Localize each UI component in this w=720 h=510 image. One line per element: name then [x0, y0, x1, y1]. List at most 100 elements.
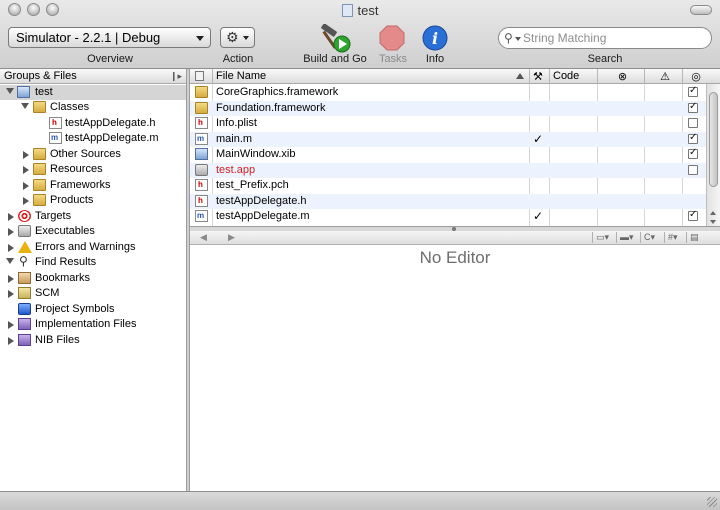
target-membership-checkbox[interactable]: [688, 164, 698, 175]
sidebar-item-bookmarks[interactable]: Bookmarks: [0, 271, 186, 286]
file-list-row[interactable]: test.app: [190, 162, 706, 178]
document-icon: [195, 71, 204, 81]
sidebar-item-label: Targets: [35, 210, 72, 222]
stop-sign-icon: [379, 25, 405, 51]
file-list-row[interactable]: testAppDelegate.m ✓: [190, 209, 706, 225]
sidebar-item-targets[interactable]: Targets: [0, 209, 186, 224]
scheme-popup[interactable]: Simulator - 2.2.1 | Debug: [8, 27, 211, 48]
plist-icon: [195, 117, 208, 129]
file-list-row[interactable]: Info.plist: [190, 116, 706, 132]
disclosure-closed-icon[interactable]: [8, 213, 14, 221]
target-membership-checkbox[interactable]: [688, 118, 698, 128]
framework-icon: [195, 101, 208, 114]
sidebar-item-find-results[interactable]: ⚲ Find Results: [0, 254, 186, 270]
target-membership-checkbox[interactable]: [688, 101, 698, 113]
search-options-icon[interactable]: [515, 37, 521, 41]
build-and-go-label: Build and Go: [303, 53, 367, 65]
sidebar-item-label: NIB Files: [35, 334, 80, 346]
source-file-icon: [195, 210, 208, 222]
scroll-down-arrow-icon[interactable]: [710, 220, 716, 224]
column-header-icon[interactable]: [190, 69, 212, 84]
tasks-button[interactable]: Tasks: [374, 24, 412, 68]
sidebar-item-project-symbols[interactable]: Project Symbols: [0, 302, 186, 317]
header-file-icon: [49, 117, 62, 129]
disclosure-closed-icon[interactable]: [23, 151, 29, 159]
column-header-code[interactable]: Code: [549, 69, 597, 84]
svg-text:i: i: [432, 29, 438, 48]
sidebar-split-handle-icon[interactable]: ❙▸: [170, 71, 182, 82]
column-header-target[interactable]: ◎: [682, 69, 706, 84]
info-label: Info: [425, 53, 445, 65]
disclosure-closed-icon[interactable]: [23, 182, 29, 190]
file-list-row[interactable]: MainWindow.xib: [190, 147, 706, 163]
sidebar-item-nib-files[interactable]: NIB Files: [0, 333, 186, 348]
disclosure-closed-icon[interactable]: [8, 228, 14, 236]
file-list-row[interactable]: main.m ✓: [190, 131, 706, 147]
column-header-warnings[interactable]: ⚠: [644, 69, 682, 84]
sidebar-item-scm[interactable]: SCM: [0, 286, 186, 301]
target-membership-checkbox[interactable]: [688, 85, 698, 97]
file-list-row[interactable]: testAppDelegate.h: [190, 193, 706, 209]
resize-grip-icon[interactable]: [707, 497, 717, 507]
file-list-scrollbar[interactable]: [706, 84, 720, 226]
scrollbar-thumb[interactable]: [709, 92, 718, 187]
column-header-build[interactable]: ⚒: [529, 69, 549, 84]
function-popup[interactable]: ▬▾: [616, 232, 640, 243]
sidebar-item-implementation-files[interactable]: Implementation Files: [0, 317, 186, 332]
sidebar-item-classes[interactable]: Classes: [0, 100, 186, 115]
disclosure-closed-icon[interactable]: [23, 197, 29, 205]
folder-icon: [33, 163, 46, 175]
action-button[interactable]: ⚙: [220, 27, 255, 48]
disclosure-closed-icon[interactable]: [8, 290, 14, 298]
toolbar-toggle-button[interactable]: [690, 5, 712, 15]
column-header-errors[interactable]: ⊗: [597, 69, 644, 84]
target-membership-checkbox[interactable]: [688, 209, 698, 221]
chevron-down-icon: [243, 36, 249, 40]
sidebar-item-label: Project Symbols: [35, 303, 115, 315]
disclosure-closed-icon[interactable]: [8, 337, 14, 345]
sidebar-item-products[interactable]: Products: [0, 193, 186, 208]
warning-icon: ⚠: [660, 71, 670, 83]
sidebar-item-other-sources[interactable]: Other Sources: [0, 147, 186, 162]
toolbar: test Simulator - 2.2.1 | Debug Overview …: [0, 0, 720, 69]
info-icon: i: [422, 25, 448, 51]
disclosure-closed-icon[interactable]: [8, 321, 14, 329]
symbols-icon: [18, 303, 31, 315]
build-and-go-button[interactable]: Build and Go: [302, 24, 368, 68]
disclosure-open-icon[interactable]: [6, 88, 14, 94]
bookmarks-popup[interactable]: ▤: [686, 232, 706, 243]
file-list-row[interactable]: test_Prefix.pch: [190, 178, 706, 194]
file-list-row[interactable]: Foundation.framework: [190, 100, 706, 116]
sidebar-item-testappdelegate-h[interactable]: testAppDelegate.h: [0, 116, 186, 131]
info-button[interactable]: i Info: [420, 24, 450, 68]
search-field[interactable]: ⚲: [498, 27, 712, 49]
include-popup[interactable]: #▾: [664, 232, 686, 243]
framework-icon: [195, 86, 208, 98]
disclosure-closed-icon[interactable]: [8, 275, 14, 283]
file-list-row[interactable]: CoreGraphics.framework: [190, 85, 706, 101]
sidebar-item-errors-and-warnings[interactable]: Errors and Warnings: [0, 240, 186, 255]
target-membership-checkbox[interactable]: [688, 147, 698, 159]
scroll-up-arrow-icon[interactable]: [710, 211, 716, 215]
disclosure-closed-icon[interactable]: [8, 244, 14, 252]
editor-area[interactable]: No Editor: [190, 245, 720, 491]
class-popup[interactable]: C▾: [640, 232, 664, 243]
source-file-icon: [49, 132, 62, 144]
sidebar-item-resources[interactable]: Resources: [0, 162, 186, 177]
sidebar-item-test[interactable]: test: [0, 85, 186, 100]
file-name-cell: Foundation.framework: [216, 101, 326, 114]
disclosure-open-icon[interactable]: [21, 103, 29, 109]
sidebar-item-executables[interactable]: Executables: [0, 224, 186, 239]
sidebar-item-testappdelegate-m[interactable]: testAppDelegate.m: [0, 131, 186, 146]
sidebar-item-frameworks[interactable]: Frameworks: [0, 178, 186, 193]
column-header-file-name[interactable]: File Name: [212, 69, 529, 84]
search-input[interactable]: [523, 30, 703, 46]
app-icon: [195, 163, 208, 176]
forward-arrow-icon[interactable]: ▶: [228, 232, 235, 243]
disclosure-open-icon[interactable]: [6, 258, 14, 264]
file-history-popup[interactable]: ▭▾: [592, 232, 616, 243]
target-membership-checkbox[interactable]: [688, 132, 698, 144]
back-arrow-icon[interactable]: ◀: [200, 232, 207, 243]
sidebar-item-label: Other Sources: [50, 148, 121, 160]
disclosure-closed-icon[interactable]: [23, 166, 29, 174]
